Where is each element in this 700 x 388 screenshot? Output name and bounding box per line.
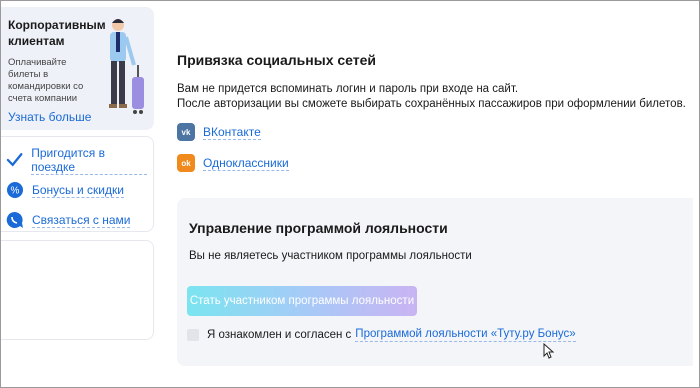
corporate-promo-card: Корпоративным клиентам Оплачивайте билет… [0,7,154,130]
social-desc-line: Вам не придется вспоминать логин и парол… [177,83,519,95]
traveler-illustration-icon [109,19,144,114]
agree-text: Я ознакомлен и согласен с [207,328,352,341]
loyalty-terms-link[interactable]: Программой лояльности «Туту.ру Бонус» [355,327,576,342]
svg-text:%: % [11,186,20,197]
loyalty-status: Вы не являетесь участником программы лоя… [189,250,472,262]
promo-text: Оплачивайте билеты в командировки со сче… [8,57,84,104]
loyalty-panel: Управление программой лояльности Вы не я… [177,198,693,366]
promo-title: Корпоративным клиентам [8,18,106,48]
social-link-vk[interactable]: vk ВКонтакте [177,123,261,141]
sidebar-item-bonuses[interactable]: % Бонусы и скидки [6,175,147,205]
sidebar-item-label: Связаться с нами [32,212,131,228]
vk-icon: vk [177,123,195,141]
social-section-title: Привязка социальных сетей [177,52,377,68]
mouse-pointer-icon [543,343,555,359]
ok-icon: ok [177,154,195,172]
chat-icon [6,211,24,228]
sidebar-empty-card [0,240,154,340]
sidebar-item-trip-tips[interactable]: Пригодится в поездке [6,145,147,175]
join-loyalty-button[interactable]: Стать участником программы лояльности [187,286,417,316]
social-desc-line: После авторизации вы сможете выбирать со… [177,98,686,110]
check-icon [6,153,23,167]
sidebar-item-label: Бонусы и скидки [32,182,124,198]
sidebar-item-contact[interactable]: Связаться с нами [6,205,147,235]
sidebar-item-label: Пригодится в поездке [31,146,147,175]
social-link-label: ВКонтакте [203,124,261,140]
agree-checkbox[interactable] [187,328,199,341]
social-description: Вам не придется вспоминать логин и парол… [177,82,686,112]
agree-row: Я ознакомлен и согласен с Программой лоя… [187,327,576,342]
social-link-ok[interactable]: ok Одноклассники [177,154,289,172]
learn-more-link[interactable]: Узнать больше [8,110,91,124]
percent-badge-icon: % [7,182,23,198]
social-link-label: Одноклассники [203,155,289,171]
sidebar-menu: Пригодится в поездке % Бонусы и скидки С… [0,136,154,232]
loyalty-title: Управление программой лояльности [189,220,448,236]
